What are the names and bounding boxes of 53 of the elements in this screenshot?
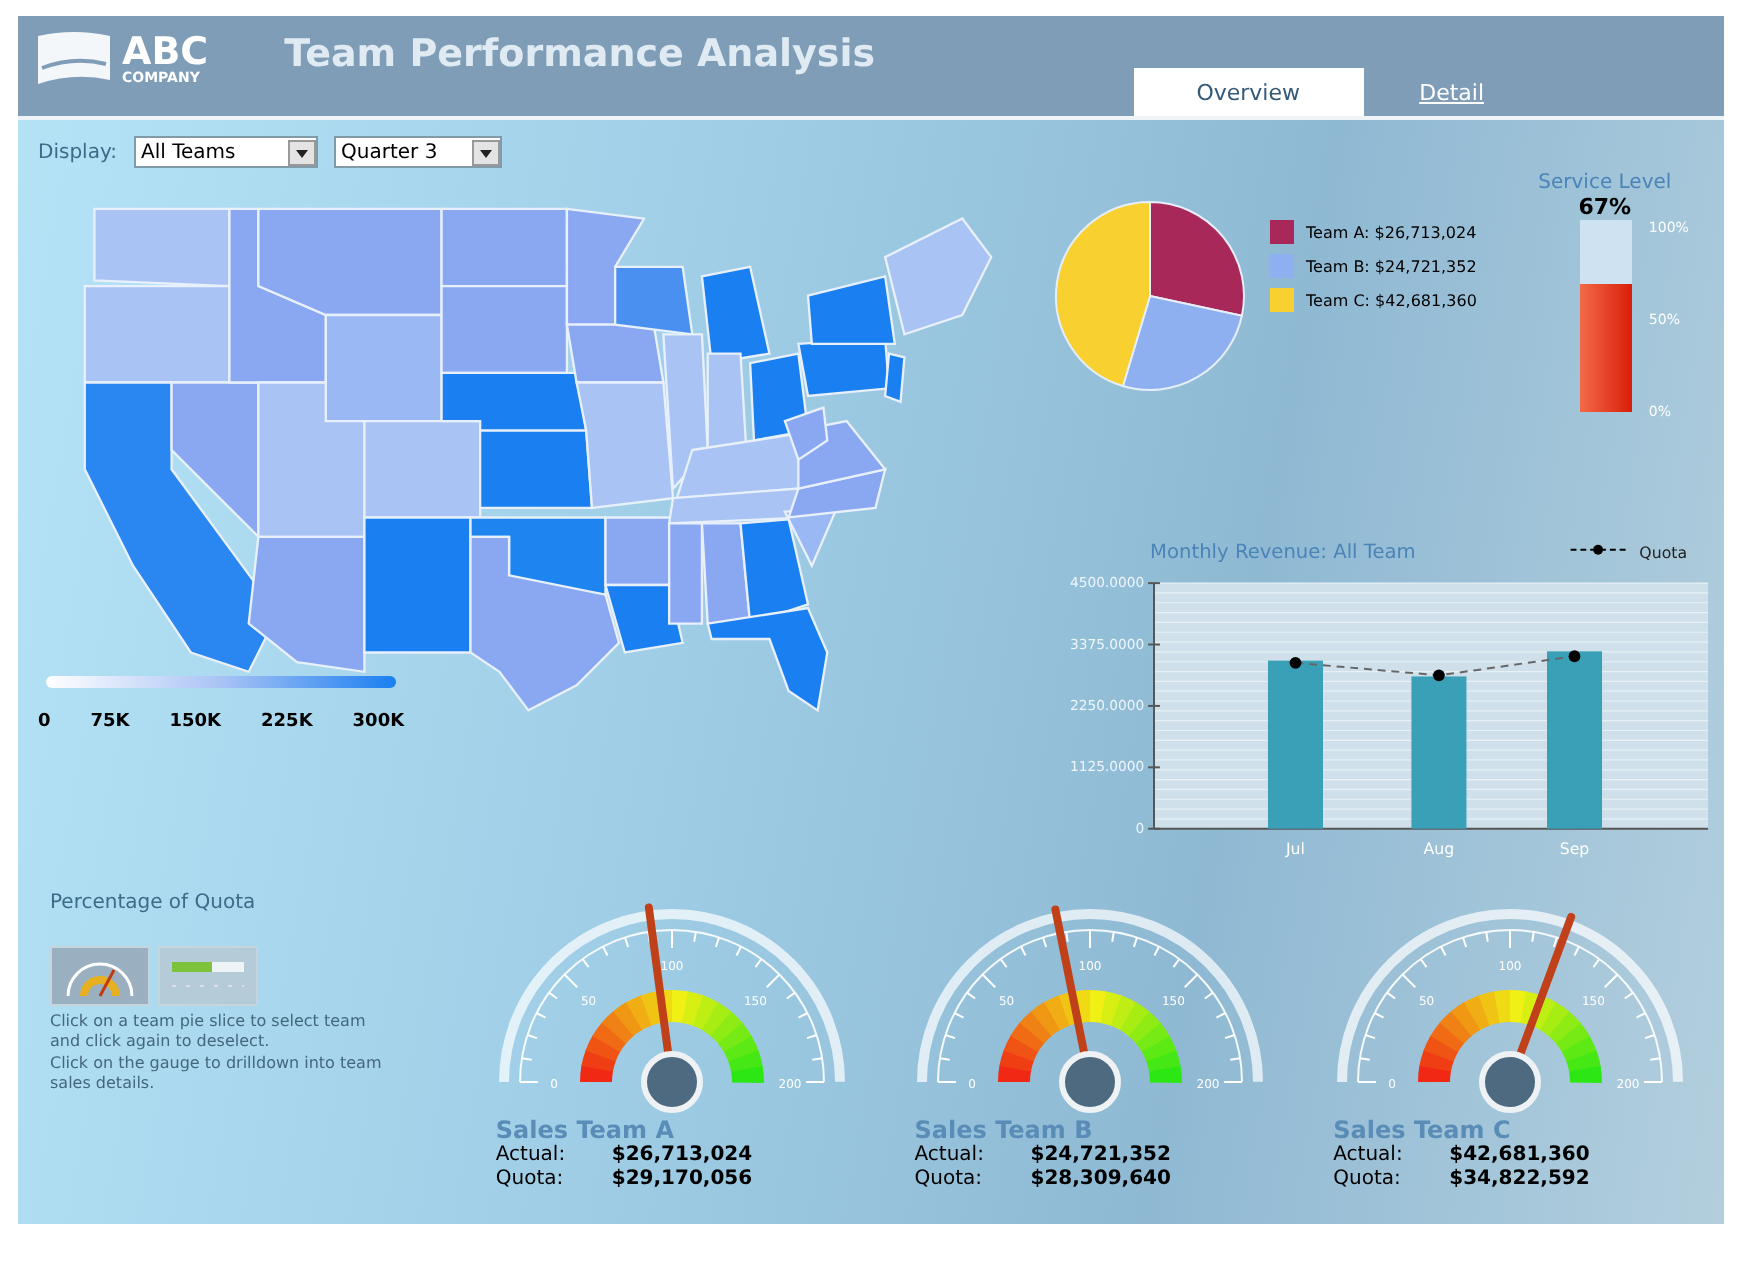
bar[interactable] (1411, 676, 1467, 829)
legend-label: Team A: $26,713,024 (1306, 223, 1477, 241)
service-level-reading: 67% (1578, 194, 1632, 220)
chart-title: Monthly Revenue: All Team (1150, 541, 1416, 564)
pie-slice[interactable] (1121, 295, 1243, 391)
display-label: Display: (38, 141, 118, 163)
actual-value: $42,681,360 (1449, 1144, 1590, 1167)
quota-label: Quota: (914, 1167, 984, 1190)
legend-label: Team B: $24,721,352 (1306, 257, 1477, 275)
actual-value: $26,713,024 (611, 1144, 753, 1167)
service-level-title: Service Level (1538, 172, 1672, 194)
quota-value: $34,822,592 (1449, 1167, 1590, 1190)
help-text: Click on a team pie slice to select team and click again to deselect. (50, 1012, 368, 1054)
tab[interactable]: Overview (1133, 68, 1364, 116)
axis-tick-label: Sep (1559, 840, 1590, 859)
gauge-view-button[interactable] (50, 946, 150, 1006)
quota-label: Quota: (1333, 1167, 1403, 1190)
quota-label: Quota: (495, 1167, 566, 1190)
caret-icon (471, 139, 500, 165)
team-title: Sales Team C (1333, 1116, 1513, 1144)
section-title: Percentage of Quota (50, 892, 258, 914)
actual-value: $24,721,352 (1030, 1144, 1171, 1167)
app-title: Team Performance Analysis (284, 32, 876, 76)
logo-text: ABC (122, 34, 209, 72)
bar[interactable] (1547, 651, 1602, 829)
actual-label: Actual: (914, 1144, 986, 1167)
bar-view-button[interactable] (158, 946, 258, 1006)
actual-label: Actual: (495, 1144, 568, 1167)
quota-value: $28,309,640 (1030, 1167, 1171, 1190)
tab[interactable]: Detail (1399, 70, 1504, 116)
caret-icon (287, 139, 316, 165)
quota-point (1433, 669, 1445, 682)
axis-tick-label: Aug (1423, 840, 1455, 859)
scale-label: 225K (261, 712, 313, 732)
quota-point (1568, 650, 1581, 663)
pie-slice[interactable] (1149, 201, 1245, 317)
help-text: Click on the gauge to drilldown into team sales details. (50, 1053, 384, 1096)
scale-label: 75K (90, 712, 130, 732)
team-title: Sales Team B (914, 1116, 1095, 1144)
team-title: Sales Team A (495, 1116, 676, 1144)
dropdown[interactable]: All Teams (133, 136, 318, 168)
scale-label: 300K (352, 712, 405, 732)
scale-label: 150K (169, 712, 222, 732)
dropdown[interactable]: Quarter 3 (333, 136, 502, 168)
quota-point (1289, 656, 1302, 669)
legend-line-icon (1569, 544, 1627, 555)
quota-value: $29,170,056 (611, 1167, 753, 1190)
legend-label: Team C: $42,681,360 (1306, 291, 1477, 309)
actual-label: Actual: (1333, 1144, 1405, 1167)
bar[interactable] (1268, 660, 1323, 829)
axis-tick-label: Jul (1286, 840, 1305, 859)
scale-label: 0 (38, 712, 51, 732)
legend-label: Quota (1639, 543, 1687, 562)
